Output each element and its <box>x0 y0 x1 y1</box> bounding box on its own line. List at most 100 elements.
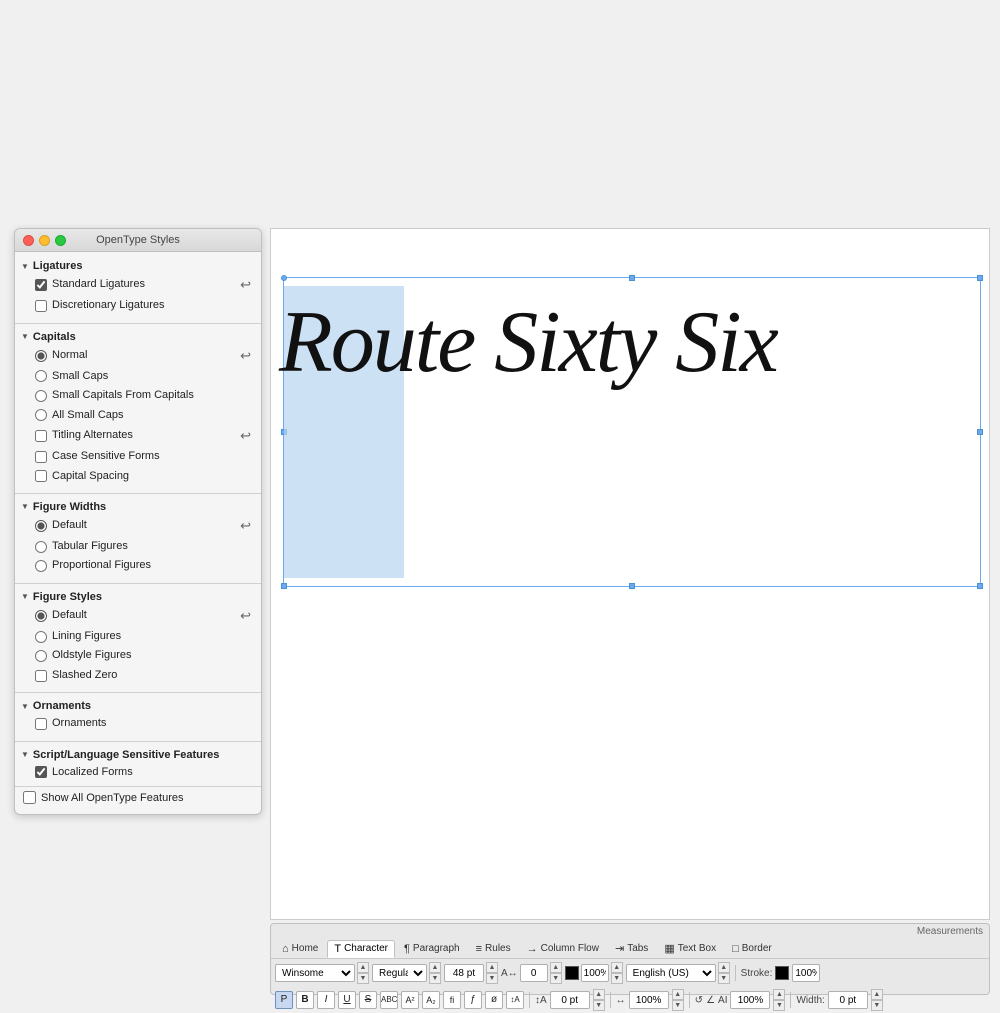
tab-paragraph[interactable]: ¶ Paragraph <box>397 940 467 958</box>
kern-stepper[interactable]: ▲ ▼ <box>550 962 562 984</box>
width-up[interactable]: ▲ <box>871 989 883 1000</box>
figstyle-default-radio[interactable] <box>35 610 47 622</box>
superscript-button[interactable]: A² <box>401 991 419 1009</box>
language-select[interactable]: English (US) <box>626 964 716 982</box>
fi-ligature-button[interactable]: fi <box>443 991 461 1009</box>
style-up-arrow[interactable]: ▲ <box>429 962 441 973</box>
width-down[interactable]: ▼ <box>871 1000 883 1011</box>
smallcaps-from-caps-radio[interactable] <box>35 390 47 402</box>
maximize-button[interactable] <box>55 235 66 246</box>
lang-stepper[interactable]: ▲ ▼ <box>718 962 730 984</box>
canvas-text[interactable]: Route Sixty Six <box>279 292 980 393</box>
tab-rules[interactable]: ≡ Rules <box>469 940 518 958</box>
lang-down-arrow[interactable]: ▼ <box>718 973 730 984</box>
baseline-down[interactable]: ▼ <box>593 1000 605 1011</box>
ai-input[interactable] <box>730 991 770 1009</box>
handle-mr[interactable] <box>977 429 983 435</box>
handle-bm[interactable] <box>629 583 635 589</box>
font-stepper[interactable]: ▲ ▼ <box>357 962 369 984</box>
standard-ligatures-checkbox[interactable] <box>35 279 47 291</box>
figwidth-default-radio[interactable] <box>35 520 47 532</box>
lining-figures-radio[interactable] <box>35 631 47 643</box>
minimize-button[interactable] <box>39 235 50 246</box>
baseline-up[interactable]: ▲ <box>593 989 605 1000</box>
style-stepper[interactable]: ▲ ▼ <box>429 962 441 984</box>
nobreak-button[interactable]: ø <box>485 991 503 1009</box>
tab-character[interactable]: T Character <box>327 940 395 958</box>
stroke-pct-input[interactable] <box>792 964 820 982</box>
font-select[interactable]: Winsome <box>275 964 355 982</box>
color-pct-input[interactable] <box>581 964 609 982</box>
baseline-input[interactable] <box>550 991 590 1009</box>
allsmallcaps-radio[interactable] <box>35 409 47 421</box>
section-figurewidths-header[interactable]: ▼ Figure Widths <box>15 497 261 515</box>
tab-home[interactable]: ⌂ Home <box>275 940 325 958</box>
tab-border[interactable]: □ Border <box>725 940 779 958</box>
section-ligatures-header[interactable]: ▼ Ligatures <box>15 256 261 274</box>
case-sensitive-checkbox[interactable] <box>35 451 47 463</box>
color-stepper[interactable]: ▲ ▼ <box>611 962 623 984</box>
handle-tl[interactable] <box>281 275 287 281</box>
stroke-swatch[interactable] <box>775 966 789 980</box>
handle-br[interactable] <box>977 583 983 589</box>
text-frame[interactable]: Route Sixty Six <box>283 277 981 587</box>
italic-button[interactable]: I <box>317 991 335 1009</box>
size-up-arrow[interactable]: ▲ <box>486 962 498 973</box>
scaleh-stepper[interactable]: ▲ ▼ <box>672 989 684 1011</box>
width-stepper[interactable]: ▲ ▼ <box>871 989 883 1011</box>
smallcaps-radio[interactable] <box>35 370 47 382</box>
tab-columnflow[interactable]: → Column Flow <box>520 940 606 958</box>
kern-up-arrow[interactable]: ▲ <box>550 962 562 973</box>
ai-stepper[interactable]: ▲ ▼ <box>773 989 785 1011</box>
kern-input[interactable] <box>520 964 548 982</box>
size-stepper[interactable]: ▲ ▼ <box>486 962 498 984</box>
allcaps-button[interactable]: ABC <box>380 991 398 1009</box>
fraction-button[interactable]: ƒ <box>464 991 482 1009</box>
width-input[interactable] <box>828 991 868 1009</box>
underline-button[interactable]: U <box>338 991 356 1009</box>
proportional-figures-radio[interactable] <box>35 560 47 572</box>
section-capitals-header[interactable]: ▼ Capitals <box>15 327 261 345</box>
ai-down[interactable]: ▼ <box>773 1000 785 1011</box>
style-down-arrow[interactable]: ▼ <box>429 973 441 984</box>
section-figurestyles-header[interactable]: ▼ Figure Styles <box>15 587 261 605</box>
slashed-zero-checkbox[interactable] <box>35 670 47 682</box>
capital-spacing-checkbox[interactable] <box>35 470 47 482</box>
ai-up[interactable]: ▲ <box>773 989 785 1000</box>
baseline-stepper[interactable]: ▲ ▼ <box>593 989 605 1011</box>
lang-up-arrow[interactable]: ▲ <box>718 962 730 973</box>
section-ornaments-header[interactable]: ▼ Ornaments <box>15 696 261 714</box>
scaleh-down[interactable]: ▼ <box>672 1000 684 1011</box>
size-down-arrow[interactable]: ▼ <box>486 973 498 984</box>
normal-radio[interactable] <box>35 350 47 362</box>
handle-tr[interactable] <box>977 275 983 281</box>
color-up-arrow[interactable]: ▲ <box>611 962 623 973</box>
kern-down-arrow[interactable]: ▼ <box>550 973 562 984</box>
strikethrough-button[interactable]: S <box>359 991 377 1009</box>
bold-button[interactable]: B <box>296 991 314 1009</box>
canvas-area[interactable]: Route Sixty Six <box>270 228 990 920</box>
tab-textbox[interactable]: ▦ Text Box <box>657 939 723 958</box>
scaleh-input[interactable] <box>629 991 669 1009</box>
tab-tabs[interactable]: ⇥ Tabs <box>608 939 655 958</box>
discretionary-ligatures-checkbox[interactable] <box>35 300 47 312</box>
tabular-figures-radio[interactable] <box>35 541 47 553</box>
fl-ligature-button[interactable]: ↕A <box>506 991 524 1009</box>
size-input[interactable] <box>444 964 484 982</box>
color-swatch[interactable] <box>565 966 579 980</box>
section-script-header[interactable]: ▼ Script/Language Sensitive Features <box>15 745 261 763</box>
show-all-checkbox[interactable] <box>23 791 36 804</box>
oldstyle-figures-radio[interactable] <box>35 650 47 662</box>
paragraph-button[interactable]: P <box>275 991 293 1009</box>
titling-alternates-checkbox[interactable] <box>35 430 47 442</box>
handle-tm[interactable] <box>629 275 635 281</box>
color-down-arrow[interactable]: ▼ <box>611 973 623 984</box>
localized-forms-checkbox[interactable] <box>35 766 47 778</box>
scaleh-up[interactable]: ▲ <box>672 989 684 1000</box>
ornaments-checkbox[interactable] <box>35 718 47 730</box>
style-select[interactable]: Regular <box>372 964 427 982</box>
font-down-arrow[interactable]: ▼ <box>357 973 369 984</box>
subscript-button[interactable]: A₂ <box>422 991 440 1009</box>
close-button[interactable] <box>23 235 34 246</box>
font-up-arrow[interactable]: ▲ <box>357 962 369 973</box>
